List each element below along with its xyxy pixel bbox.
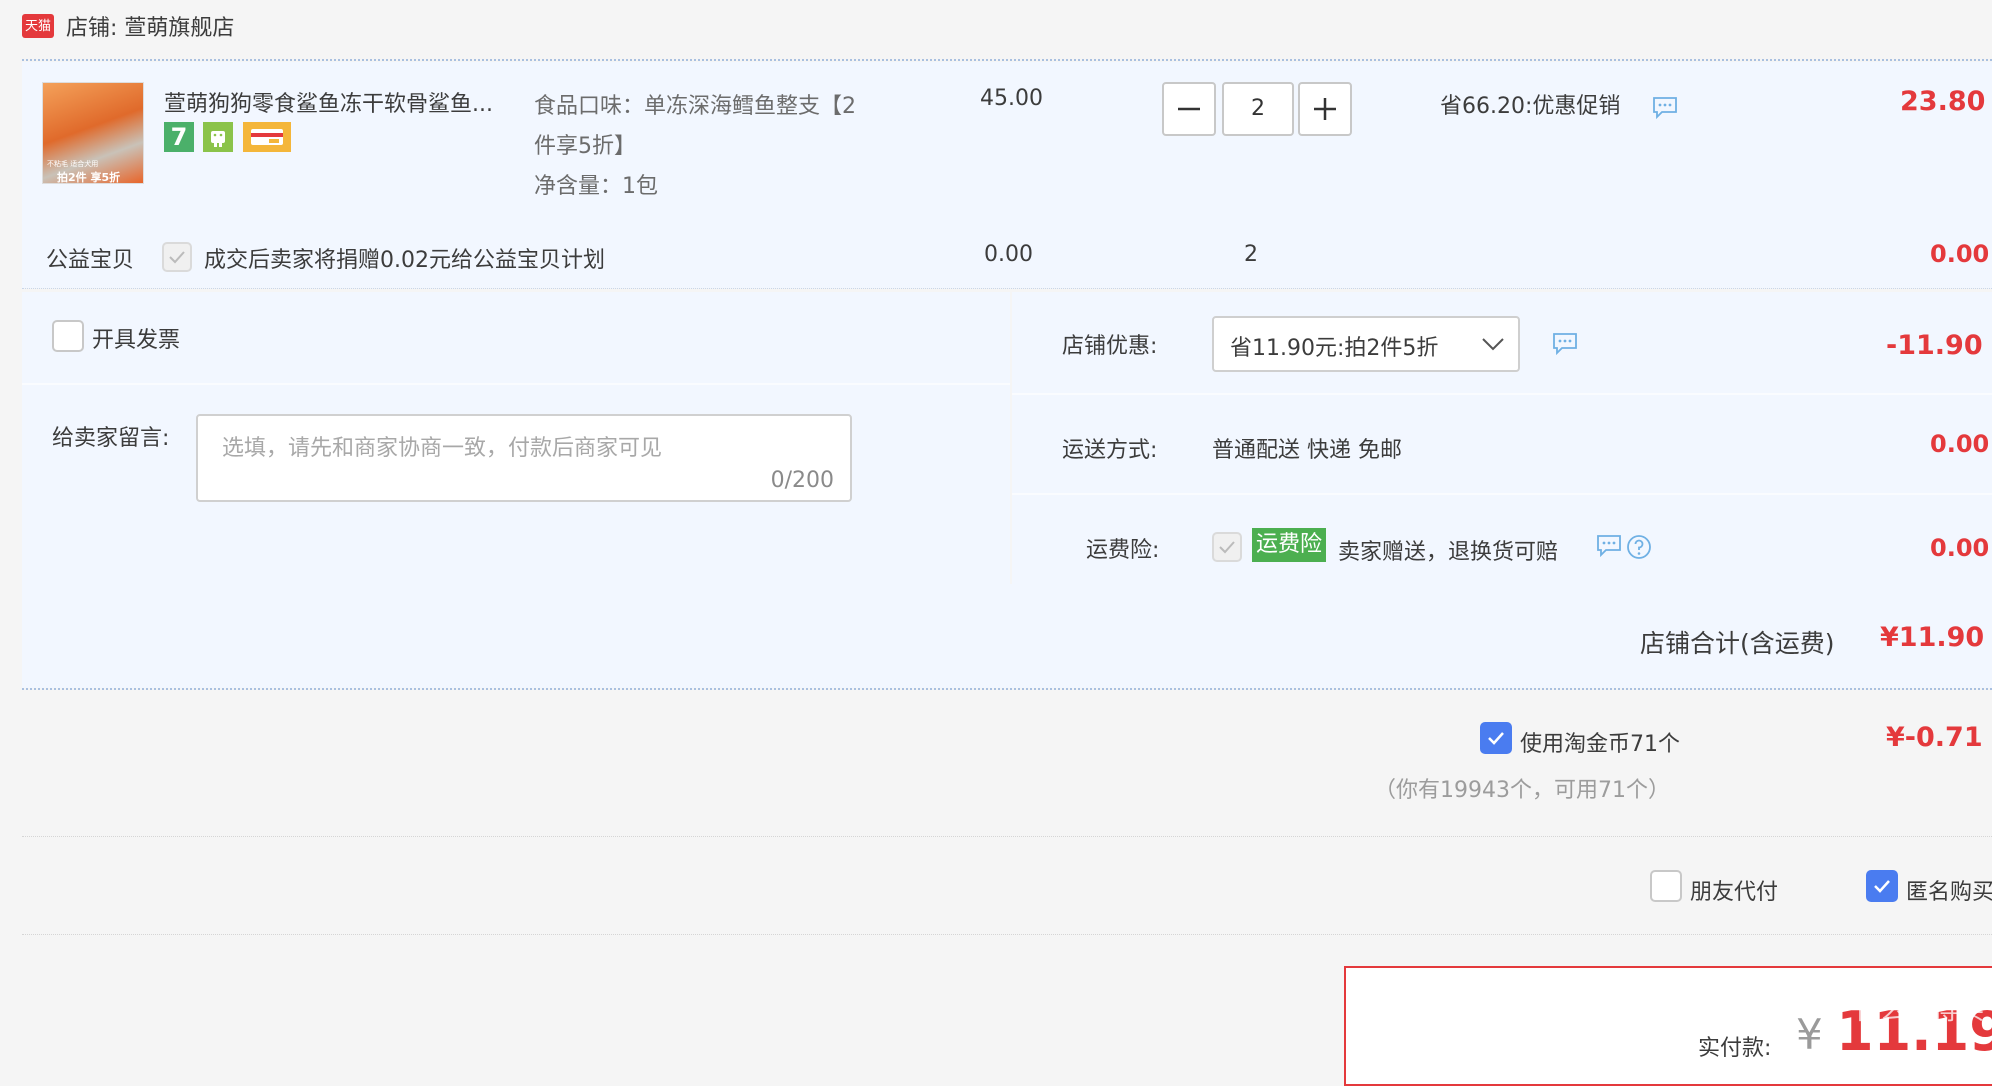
help-question-icon[interactable] (1626, 534, 1652, 564)
coins-checkbox[interactable] (1480, 722, 1512, 754)
shipping-value: 普通配送 快递 免邮 (1212, 438, 1402, 463)
message-counter: 0/200 (770, 468, 834, 493)
divider (22, 836, 1992, 837)
check-icon (169, 251, 185, 264)
shop-discount-amount: -11.90 (1886, 330, 1983, 361)
friend-pay-checkbox[interactable] (1650, 870, 1682, 902)
anonymous-label-clip: 匿名购买 (1906, 868, 1992, 908)
item-thumbnail-small-text: 不粘毛 适合犬用 (47, 160, 99, 168)
charity-text: 成交后卖家将捐赠0.02元给公益宝贝计划 (204, 248, 605, 273)
charity-subtotal: 0.00 (1930, 240, 1990, 268)
shop-discount-select[interactable]: 省11.90元:拍2件5折 (1212, 316, 1520, 372)
pay-label: 实付款: (1698, 1036, 1772, 1061)
shop-total-amount: ¥11.90 (1880, 622, 1985, 653)
message-textarea[interactable]: 选填，请先和商家协商一致，付款后商家可见 0/200 (196, 414, 852, 502)
service-badge-android-icon (203, 122, 233, 152)
tmall-badge-text: 天猫 (24, 19, 51, 34)
watermark: 值 什么值得买 (1820, 996, 1985, 1026)
charity-checkbox (162, 242, 192, 272)
service-badge-seven-day: 7 (164, 122, 194, 152)
anonymous-label: 匿名购买 (1906, 880, 1992, 905)
divider (22, 288, 1992, 289)
charity-quantity: 2 (1244, 242, 1258, 267)
divider (22, 688, 1992, 690)
sku-flavor: 食品口味：单冻深海鳕鱼整支【2 (534, 94, 856, 119)
quantity-decrease-button[interactable] (1162, 82, 1216, 136)
divider (22, 934, 1992, 935)
message-label: 给卖家留言: (52, 426, 170, 451)
insurance-chat-icon[interactable] (1596, 534, 1622, 562)
service-badge-card-icon (243, 122, 291, 152)
quantity-increase-button[interactable] (1298, 82, 1352, 136)
invoice-checkbox[interactable] (52, 320, 84, 352)
insurance-text: 卖家赠送，退换货可赔 (1338, 540, 1559, 565)
check-icon (1488, 732, 1504, 745)
shop-discount-label: 店铺优惠: (1062, 334, 1158, 359)
item-title-link[interactable]: 萱萌狗狗零食鲨鱼冻干软骨鲨鱼... (164, 86, 493, 118)
divider (22, 59, 1992, 61)
options-right-divider (1012, 493, 1992, 495)
item-thumbnail-caption: 拍2件 享5折 (57, 171, 121, 184)
message-placeholder: 选填，请先和商家协商一致，付款后商家可见 (222, 436, 663, 461)
insurance-label: 运费险: (1086, 538, 1160, 563)
coins-label: 使用淘金币71个 (1520, 732, 1680, 757)
tmall-badge-icon: 天猫 (22, 14, 54, 38)
item-subtotal: 23.80 (1900, 86, 1986, 117)
discount-chat-icon[interactable] (1552, 332, 1578, 360)
pay-currency: ¥ (1796, 1010, 1823, 1059)
charity-label: 公益宝贝 (46, 248, 135, 273)
item-price: 45.00 (980, 86, 1043, 111)
shop-total-label: 店铺合计(含运费) (1640, 629, 1835, 658)
insurance-amount: 0.00 (1930, 534, 1990, 562)
coins-amount: ¥-0.71 (1886, 722, 1983, 753)
charity-price: 0.00 (984, 242, 1033, 267)
plus-icon (1314, 98, 1336, 120)
minus-icon (1178, 107, 1200, 111)
sku-flavor-cont: 件享5折】 (534, 134, 636, 159)
item-promo: 省66.20:优惠促销 (1440, 94, 1621, 119)
friend-pay-label: 朋友代付 (1690, 880, 1779, 905)
shop-discount-value: 省11.90元:拍2件5折 (1230, 336, 1439, 361)
service-badge-seven-text: 7 (170, 123, 188, 151)
options-right-divider (1012, 393, 1992, 395)
invoice-label: 开具发票 (92, 328, 181, 353)
shop-header: 天猫 店铺: 萱萌旗舰店 (0, 0, 1992, 58)
coins-note: （你有19943个，可用71个） (1374, 778, 1670, 803)
options-left-divider (22, 383, 1010, 385)
quantity-input[interactable]: 2 (1222, 82, 1294, 136)
check-icon (1874, 880, 1890, 893)
insurance-checkbox (1212, 532, 1242, 562)
sku-net-weight: 净含量：1包 (534, 174, 658, 199)
shipping-label: 运送方式: (1062, 438, 1158, 463)
anonymous-checkbox[interactable] (1866, 870, 1898, 902)
shop-name-link[interactable]: 店铺: 萱萌旗舰店 (66, 10, 234, 42)
check-icon (1219, 541, 1235, 554)
chevron-down-icon (1482, 338, 1504, 351)
promo-chat-icon[interactable] (1652, 96, 1678, 124)
shipping-amount: 0.00 (1930, 430, 1990, 458)
insurance-tag: 运费险 (1252, 528, 1327, 562)
item-thumbnail[interactable]: 不粘毛 适合犬用 拍2件 享5折 (42, 82, 144, 184)
